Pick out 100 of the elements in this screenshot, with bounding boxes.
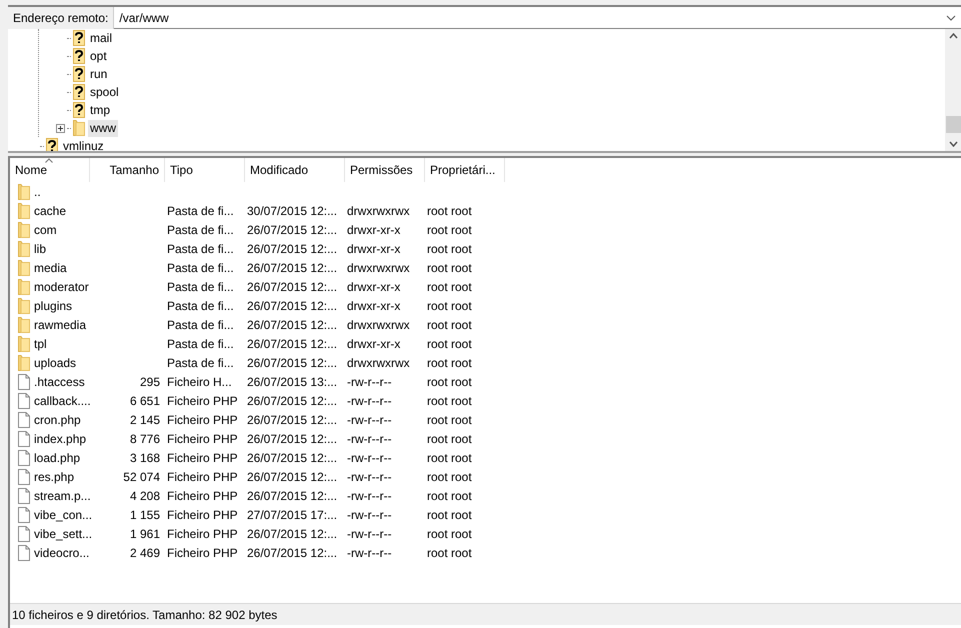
folder-icon (18, 336, 30, 352)
file-row[interactable]: stream.p... 4 208 Ficheiro PHP 26/07/2015 12:... -rw-r--r-- root root (16, 486, 961, 505)
folder-icon (18, 298, 30, 314)
file-row[interactable]: uploads Pasta de fi... 26/07/2015 12:... drwxrwxrwx root root (16, 353, 961, 372)
file-row[interactable]: lib Pasta de fi... 26/07/2015 12:... drwxr-xr-x root root (16, 239, 961, 258)
table-cell-text: 26/07/2015 12:... (247, 488, 338, 504)
table-cell-text: -rw-r--r-- (347, 430, 392, 448)
file-row[interactable]: videocro... 2 469 Ficheiro PHP 26/07/2015 12:... -rw-r--r-- root root (16, 543, 961, 562)
folder-icon (18, 202, 30, 218)
folder-icon (18, 354, 30, 370)
file-row[interactable]: .htaccess 295 Ficheiro H... 26/07/2015 13:... -rw-r--r-- root root (16, 372, 961, 391)
table-cell-text: 26/07/2015 12:... (247, 316, 338, 334)
table-cell-text: res.php (34, 468, 74, 486)
file-row[interactable]: rawmedia Pasta de fi... 26/07/2015 12:... drwxrwxrwx root root (16, 315, 961, 334)
column-header[interactable]: Nome (10, 158, 90, 182)
table-cell-text: 26/07/2015 12:... (247, 260, 338, 276)
table-cell-text: tpl (34, 336, 47, 352)
question-mark-icon (73, 66, 85, 82)
column-header[interactable]: Tamanho (90, 158, 165, 182)
table-cell-text: root root (427, 392, 472, 410)
table-cell-text: uploads (34, 354, 76, 372)
table-cell-text: 26/07/2015 12:... (247, 450, 338, 466)
table-cell-text: Ficheiro PHP (167, 468, 238, 486)
table-cell-text: Ficheiro PHP (167, 392, 238, 410)
table-cell-text: 30/07/2015 12:... (247, 202, 338, 220)
tree-item[interactable]: tmp (88, 102, 112, 118)
folder-icon (18, 316, 30, 332)
file-icon (18, 468, 30, 484)
tree-item[interactable]: www (88, 120, 118, 136)
table-cell-text: plugins (34, 298, 72, 314)
scrollbar[interactable] (945, 29, 961, 151)
file-icon (18, 544, 30, 560)
table-cell-text: 26/07/2015 12:... (247, 240, 338, 258)
question-mark-icon (73, 48, 85, 64)
file-icon (18, 506, 30, 522)
file-icon (18, 392, 30, 408)
table-cell-text: Ficheiro PHP (167, 430, 238, 448)
table-cell-text: Ficheiro PHP (167, 412, 238, 428)
table-cell-text: 295 (140, 374, 160, 390)
tree-item[interactable]: mail (88, 30, 114, 46)
folder-icon (18, 222, 30, 238)
file-row[interactable]: plugins Pasta de fi... 26/07/2015 12:... drwxr-xr-x root root (16, 296, 961, 315)
table-cell-text: Pasta de fi... (167, 316, 234, 334)
table-cell-text: drwxr-xr-x (347, 278, 400, 296)
file-row[interactable]: index.php 8 776 Ficheiro PHP 26/07/2015 12:... -rw-r--r-- root root (16, 429, 961, 448)
tree-item[interactable]: run (88, 66, 110, 82)
scroll-down-icon[interactable] (948, 141, 958, 147)
file-row[interactable]: com Pasta de fi... 26/07/2015 12:... drwxr-xr-x root root (16, 220, 961, 239)
folder-icon (18, 240, 30, 256)
table-cell-text: stream.p... (34, 488, 91, 504)
table-cell-text: Pasta de fi... (167, 222, 234, 238)
table-cell-text: -rw-r--r-- (347, 544, 392, 562)
file-row[interactable]: load.php 3 168 Ficheiro PHP 26/07/2015 12:... -rw-r--r-- root root (16, 448, 961, 467)
table-cell-text: -rw-r--r-- (347, 412, 392, 428)
table-cell-text: 2 145 (130, 412, 160, 428)
table-cell-text: root root (427, 336, 472, 352)
folder-icon (73, 120, 85, 136)
table-cell-text: drwxrwxrwx (347, 202, 410, 220)
column-header[interactable]: Permissões (345, 158, 425, 182)
table-cell-text: rawmedia (34, 316, 86, 334)
table-cell-text: load.php (34, 450, 80, 466)
column-header[interactable]: Proprietári... (425, 158, 505, 182)
file-row[interactable]: res.php 52 074 Ficheiro PHP 26/07/2015 12:... -rw-r--r-- root root (16, 467, 961, 486)
file-row[interactable]: cron.php 2 145 Ficheiro PHP 26/07/2015 12:... -rw-r--r-- root root (16, 410, 961, 429)
file-row[interactable]: .. (16, 182, 961, 201)
file-row[interactable]: moderator Pasta de fi... 26/07/2015 12:... drwxr-xr-x root root (16, 277, 961, 296)
table-cell-text: Ficheiro PHP (167, 488, 238, 504)
table-cell-text: -rw-r--r-- (347, 450, 392, 466)
table-cell-text: Ficheiro PHP (167, 506, 238, 524)
file-row[interactable]: vibe_sett... 1 961 Ficheiro PHP 26/07/2015 12:... -rw-r--r-- root root (16, 524, 961, 543)
table-cell-text: -rw-r--r-- (347, 374, 392, 390)
tree-item[interactable]: vmlinuz (61, 138, 106, 151)
file-row[interactable]: cache Pasta de fi... 30/07/2015 12:... drwxrwxrwx root root (16, 201, 961, 220)
table-cell-text: root root (427, 374, 472, 390)
table-cell-text: 4 208 (130, 488, 160, 504)
table-cell-text: root root (427, 222, 472, 238)
file-row[interactable]: tpl Pasta de fi... 26/07/2015 12:... drwxr-xr-x root root (16, 334, 961, 353)
table-cell-text: 26/07/2015 12:... (247, 354, 338, 372)
table-cell-text: Pasta de fi... (167, 278, 234, 296)
scroll-thumb[interactable] (946, 116, 960, 133)
table-cell-text: 26/07/2015 12:... (247, 412, 338, 428)
column-header[interactable]: Modificado (245, 158, 345, 182)
tree-item[interactable]: spool (88, 84, 121, 100)
table-cell-text: vibe_sett... (34, 526, 92, 542)
tree-item[interactable]: opt (88, 48, 109, 64)
table-cell-text: drwxr-xr-x (347, 222, 400, 238)
table-cell-text: Pasta de fi... (167, 354, 234, 372)
table-cell-text: 26/07/2015 12:... (247, 526, 338, 542)
table-cell-text: drwxrwxrwx (347, 260, 410, 276)
column-header[interactable]: Tipo (165, 158, 245, 182)
scroll-up-icon[interactable] (948, 33, 958, 39)
table-cell-text: -rw-r--r-- (347, 506, 392, 524)
file-row[interactable]: callback.... 6 651 Ficheiro PHP 26/07/2015 12:... -rw-r--r-- root root (16, 391, 961, 410)
table-cell-text: root root (427, 354, 472, 372)
table-cell-text: vibe_con... (34, 506, 92, 524)
expand-icon[interactable] (56, 124, 65, 132)
file-row[interactable]: media Pasta de fi... 26/07/2015 12:... drwxrwxrwx root root (16, 258, 961, 277)
table-cell-text: 26/07/2015 12:... (247, 544, 338, 562)
table-cell-text: 26/07/2015 13:... (247, 374, 338, 390)
file-row[interactable]: vibe_con... 1 155 Ficheiro PHP 27/07/2015 17:... -rw-r--r-- root root (16, 505, 961, 524)
